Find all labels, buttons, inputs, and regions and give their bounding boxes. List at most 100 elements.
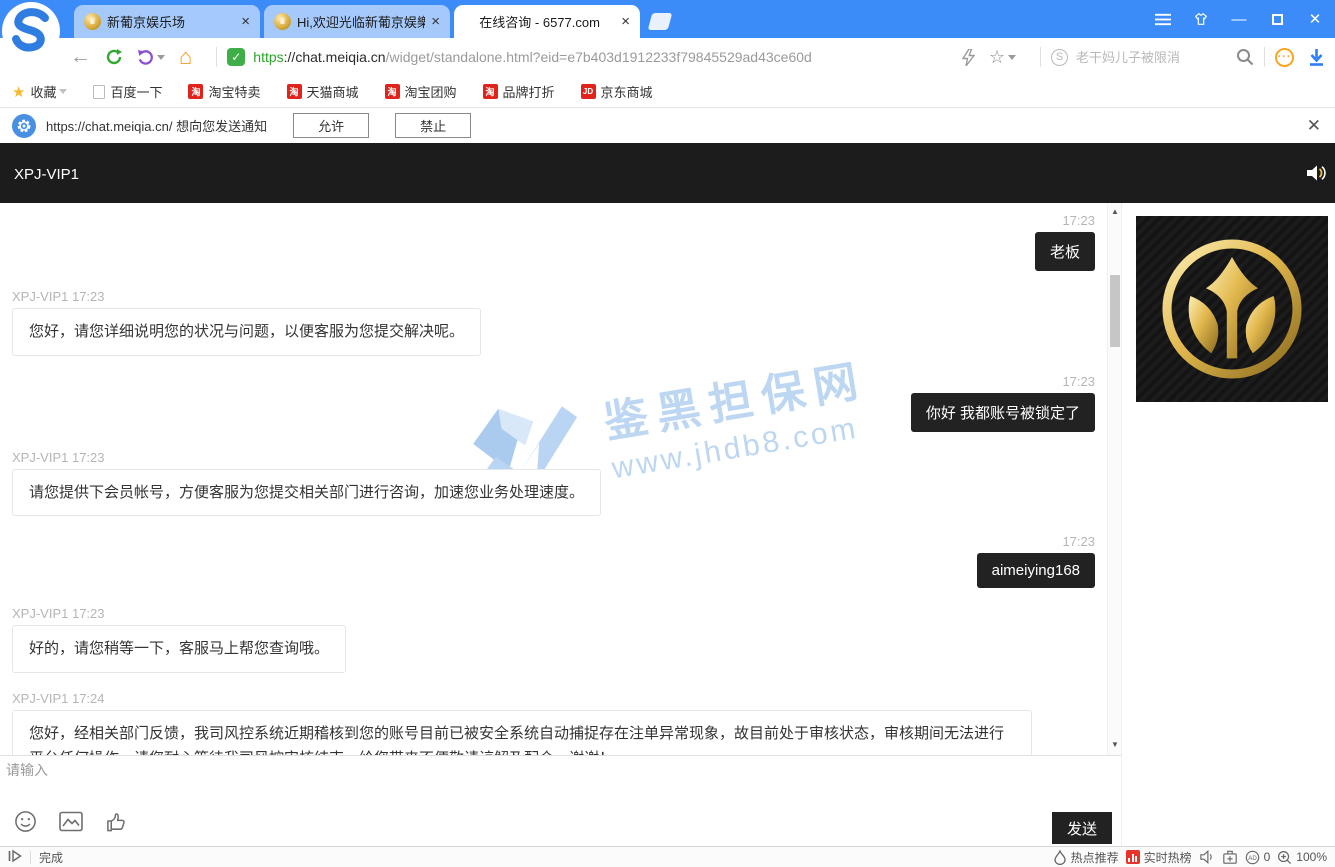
bookmark-brand-discount[interactable]: 淘 品牌打折 [483,82,555,101]
tab-close-icon[interactable]: × [431,13,440,30]
refresh-icon[interactable] [105,48,123,66]
message-bubble: 老板 [1035,232,1095,271]
star-dropdown-icon[interactable] [1008,55,1016,60]
browser-menu-icon[interactable] [1155,11,1171,27]
status-left: 完成 [8,849,63,866]
favorites-dropdown-icon[interactable] [59,89,67,94]
download-icon[interactable] [1308,49,1325,66]
browser-titlebar: ♛ 新葡京娱乐场 × ♛ Hi,欢迎光临新葡京娱樂 × 在线咨询 - 6577.… [0,0,1335,38]
message-visitor: 17:23 你好 我都账号被锁定了 [12,374,1095,432]
bookmark-taobao-sale[interactable]: 淘 淘宝特卖 [188,82,260,101]
message-visitor: 17:23 老板 [12,213,1095,271]
scrollbar-thumb[interactable] [1110,275,1120,347]
deny-button[interactable]: 禁止 [395,113,471,138]
search-magnifier-icon[interactable] [1236,48,1254,66]
scroll-up-icon[interactable]: ▲ [1108,207,1121,216]
tab-close-icon[interactable]: × [241,13,250,30]
allow-button[interactable]: 允许 [293,113,369,138]
url-text[interactable]: https://chat.meiqia.cn/widget/standalone… [253,49,812,65]
page-load-icon[interactable] [8,850,22,865]
gold-emblem-icon [1154,231,1310,387]
tab-xpj-welcome[interactable]: ♛ Hi,欢迎光临新葡京娱樂 × [264,5,450,38]
status-right: 热点推荐 实时热榜 AD 0 100% [1053,849,1327,866]
notification-message: https://chat.meiqia.cn/ 想向您发送通知 [46,116,267,135]
lightning-speed-icon[interactable] [962,49,975,66]
skin-theme-icon[interactable] [1193,11,1209,27]
brand-logo-box [1136,216,1328,402]
message-meta: XPJ-VIP1 17:23 [12,450,1095,465]
messages-area: 鉴黑担保网 www.jhdb8.com 17:23 老板 XPJ-VIP1 17… [0,203,1121,755]
tab-online-chat[interactable]: 在线咨询 - 6577.com × [454,5,640,38]
brand-panel [1122,203,1335,846]
notification-permission-bar: https://chat.meiqia.cn/ 想向您发送通知 允许 禁止 ✕ [0,108,1335,145]
tab-close-icon[interactable]: × [621,13,630,30]
gear-icon [12,114,36,138]
tab-title: Hi,欢迎光临新葡京娱樂 [297,12,425,31]
notification-close-icon[interactable]: ✕ [1307,116,1321,136]
search-input[interactable] [1076,50,1236,65]
message-meta: XPJ-VIP1 17:24 [12,691,1095,706]
load-status-text: 完成 [39,849,63,866]
realtime-hot-button[interactable]: 实时热榜 [1126,849,1192,866]
sogou-browser-logo-icon[interactable] [1,1,61,61]
svg-text:AD: AD [1248,854,1257,861]
message-agent: XPJ-VIP1 17:23 好的，请您稍等一下，客服马上帮您查询哦。 [12,606,1095,673]
ad-block-icon: AD [1245,850,1260,865]
taobao-icon: 淘 [483,84,498,99]
favorites-label: 收藏 [30,82,56,101]
message-bubble: 您好，经相关部门反馈，我司风控系统近期稽核到您的账号目前已被安全系统自动捕捉存在… [12,710,1032,756]
extensions-menu-icon[interactable]: ··· [1275,48,1294,67]
secure-shield-icon[interactable]: ✓ [227,48,245,66]
sound-toggle-icon[interactable] [1305,163,1327,187]
tab-title: 在线咨询 - 6577.com [464,12,615,31]
jd-icon: JD [581,84,596,99]
emoji-icon[interactable] [14,810,37,836]
thumbs-up-icon[interactable] [105,811,128,836]
send-button[interactable]: 发送 [1052,812,1112,844]
chat-scrollbar[interactable]: ▲ ▼ [1107,203,1121,755]
address-bar: ← ⌂ ✓ https://chat.meiqia.cn/widget/stan… [0,38,1335,76]
favorites-menu[interactable]: ★ 收藏 [12,82,67,101]
mute-page-icon[interactable] [1199,850,1215,864]
undo-history-icon[interactable] [137,49,165,66]
divider [216,47,217,67]
bookmark-tmall[interactable]: 淘 天猫商城 [287,82,359,101]
message-agent: XPJ-VIP1 17:24 您好，经相关部门反馈，我司风控系统近期稽核到您的账… [12,691,1095,756]
status-bar: 完成 热点推荐 实时热榜 AD 0 100% [0,846,1335,867]
new-tab-button[interactable] [648,13,673,30]
chat-header: XPJ-VIP1 [0,145,1335,203]
hot-recommend-button[interactable]: 热点推荐 [1053,849,1119,866]
maximize-button[interactable] [1269,11,1285,27]
message-input[interactable] [6,760,1006,800]
message-list: 17:23 老板 XPJ-VIP1 17:23 您好，请您详细说明您的状况与问题… [0,203,1107,755]
message-time: 17:23 [12,534,1095,549]
message-meta: XPJ-VIP1 17:23 [12,606,1095,621]
close-window-button[interactable]: ✕ [1307,11,1323,27]
chat-content: 鉴黑担保网 www.jhdb8.com 17:23 老板 XPJ-VIP1 17… [0,203,1335,846]
bar-chart-icon [1126,850,1140,864]
home-icon[interactable]: ⌂ [179,44,192,70]
zoom-plus-icon [1277,850,1292,865]
scroll-down-icon[interactable]: ▼ [1108,740,1121,749]
zoom-control[interactable]: 100% [1277,850,1327,865]
ad-blocker-counter[interactable]: AD 0 [1245,850,1271,865]
image-upload-icon[interactable] [59,811,83,835]
back-icon[interactable]: ← [70,45,91,69]
bookmark-taobao-group[interactable]: 淘 淘宝团购 [385,82,457,101]
message-agent: XPJ-VIP1 17:23 您好，请您详细说明您的状况与问题，以便客服为您提交… [12,289,1095,356]
tab-xpj-casino[interactable]: ♛ 新葡京娱乐场 × [74,5,260,38]
taobao-icon: 淘 [385,84,400,99]
composer-area: 发送 [0,755,1121,846]
bookmark-jd[interactable]: JD 京东商城 [581,82,653,101]
chat-left-column: 鉴黑担保网 www.jhdb8.com 17:23 老板 XPJ-VIP1 17… [0,203,1122,846]
message-time: 17:23 [12,213,1095,228]
page-icon [93,85,105,99]
bookmarks-bar: ★ 收藏 百度一下 淘 淘宝特卖 淘 天猫商城 淘 淘宝团购 淘 品牌打折 JD… [0,76,1335,108]
favorite-star-icon[interactable]: ☆ [989,47,1016,68]
taobao-icon: 淘 [287,84,302,99]
screenshot-tool-icon[interactable] [1222,850,1238,865]
minimize-button[interactable]: — [1231,11,1247,27]
divider [1040,47,1041,67]
bookmark-baidu[interactable]: 百度一下 [93,82,162,101]
undo-dropdown-icon[interactable] [157,55,165,60]
